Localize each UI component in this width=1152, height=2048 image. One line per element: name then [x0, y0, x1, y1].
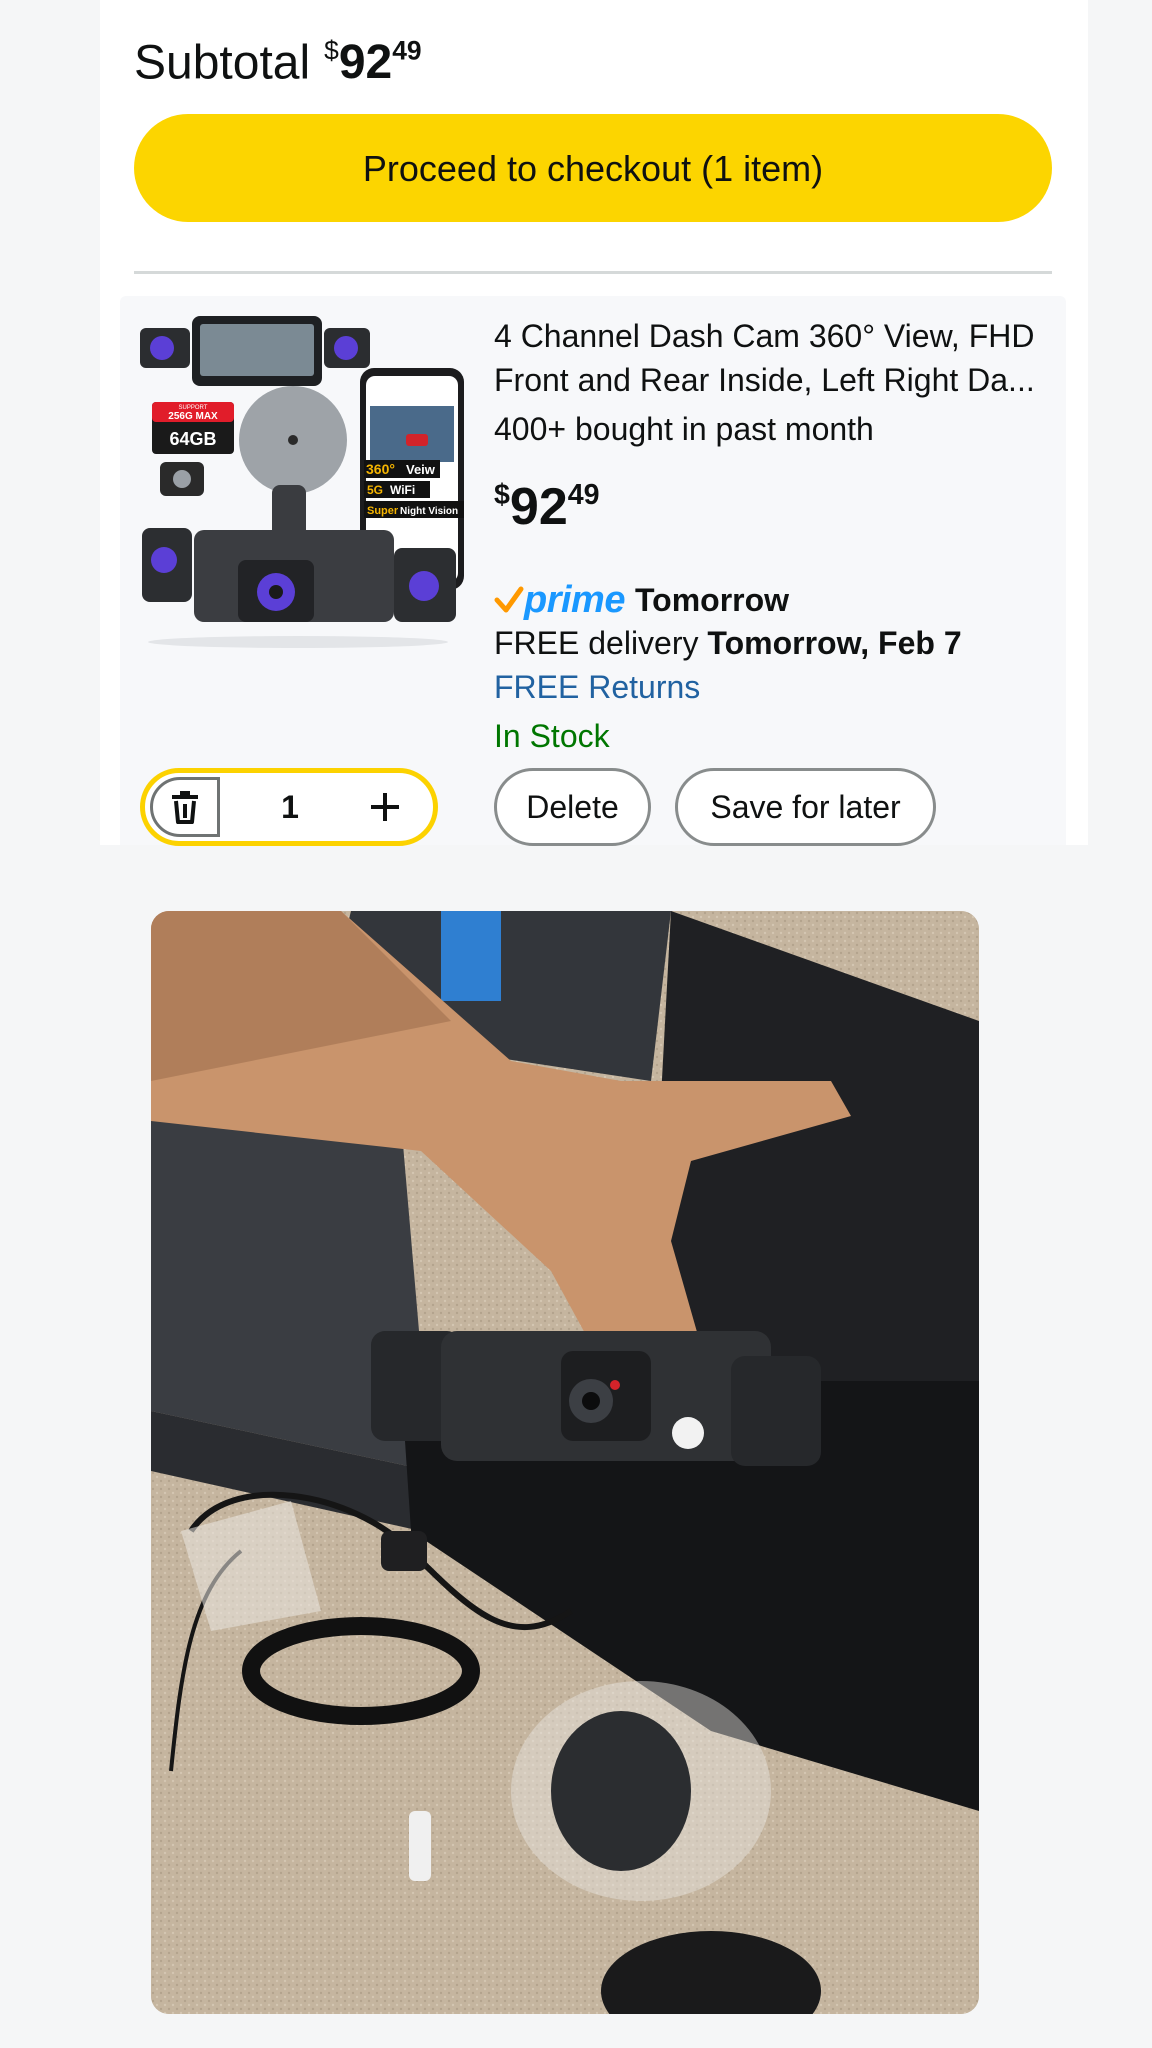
shadow — [148, 636, 448, 648]
sd-size-text: 64GB — [169, 429, 216, 449]
subtotal-currency: $ — [324, 36, 339, 66]
bundled-cable — [551, 1711, 691, 1871]
dash-cam-illustration: SUPPORT 256G MAX 64GB 360° Veiw 5G WiFi … — [140, 316, 464, 648]
quantity-value: 1 — [281, 789, 299, 825]
delivery-info: FREE delivery Tomorrow, Feb 7 — [494, 621, 962, 665]
view-value: 360° — [366, 461, 395, 477]
night-text: Night Vision — [400, 506, 458, 517]
quantity-stepper: 1 — [140, 768, 438, 846]
lens-pupil — [269, 585, 283, 599]
wifi-band: 5G — [367, 483, 383, 497]
prime-check-icon — [494, 586, 524, 613]
delete-button[interactable]: Delete — [494, 768, 651, 846]
subtotal: Subtotal $9249 — [134, 18, 422, 96]
cam-lens-pupil — [582, 1392, 600, 1410]
night-super: Super — [367, 505, 399, 517]
photo-illustration — [151, 911, 979, 2014]
item-price-whole: 92 — [509, 478, 568, 537]
increase-button[interactable] — [350, 777, 420, 837]
review-photo[interactable] — [151, 911, 979, 2014]
view-text: Veiw — [406, 462, 436, 477]
lens-icon — [151, 547, 177, 573]
sd-max-text: 256G MAX — [168, 411, 218, 422]
prime-delivery-day: Tomorrow — [634, 581, 790, 618]
lens-icon — [409, 571, 439, 601]
product-title[interactable]: 4 Channel Dash Cam 360° View, FHD Front … — [494, 314, 1054, 402]
subtotal-fraction: 49 — [392, 36, 422, 66]
subtotal-price: $9249 — [324, 36, 421, 89]
subtotal-label: Subtotal — [134, 36, 311, 90]
pry-tool — [409, 1811, 431, 1881]
lens-icon — [150, 336, 174, 360]
section-divider — [134, 271, 1052, 274]
product-image[interactable]: SUPPORT 256G MAX 64GB 360° Veiw 5G WiFi … — [138, 310, 468, 650]
rear-camera — [381, 1531, 427, 1571]
red-car — [406, 434, 428, 446]
bought-count: 400+ bought in past month — [494, 411, 874, 447]
free-returns-link[interactable]: FREE Returns — [494, 665, 700, 709]
box-blue-stripe — [441, 911, 501, 1001]
item-price: $9249 — [494, 462, 600, 540]
monitor-screen — [200, 324, 314, 376]
cam-right-module — [731, 1356, 821, 1466]
lens-icon — [173, 470, 191, 488]
prime-logo: prime — [524, 578, 625, 621]
wifi-text: WiFi — [390, 483, 415, 497]
trash-icon — [172, 791, 198, 824]
plus-icon — [371, 793, 399, 821]
item-price-fraction: 49 — [567, 479, 600, 511]
decrease-button[interactable] — [150, 777, 220, 837]
subtotal-whole: 92 — [338, 36, 393, 90]
mount-center — [288, 435, 298, 445]
delivery-date: Tomorrow, Feb 7 — [707, 625, 962, 661]
prime-badge: prime Tomorrow — [494, 575, 789, 625]
save-for-later-button[interactable]: Save for later — [675, 768, 936, 846]
lens-icon — [334, 336, 358, 360]
cam-led — [610, 1380, 620, 1390]
item-price-currency: $ — [494, 479, 510, 511]
delivery-prefix: FREE delivery — [494, 625, 708, 661]
proceed-to-checkout-button[interactable]: Proceed to checkout (1 item) — [134, 114, 1052, 222]
cam-logo-icon — [672, 1417, 704, 1449]
stock-status: In Stock — [494, 718, 610, 754]
